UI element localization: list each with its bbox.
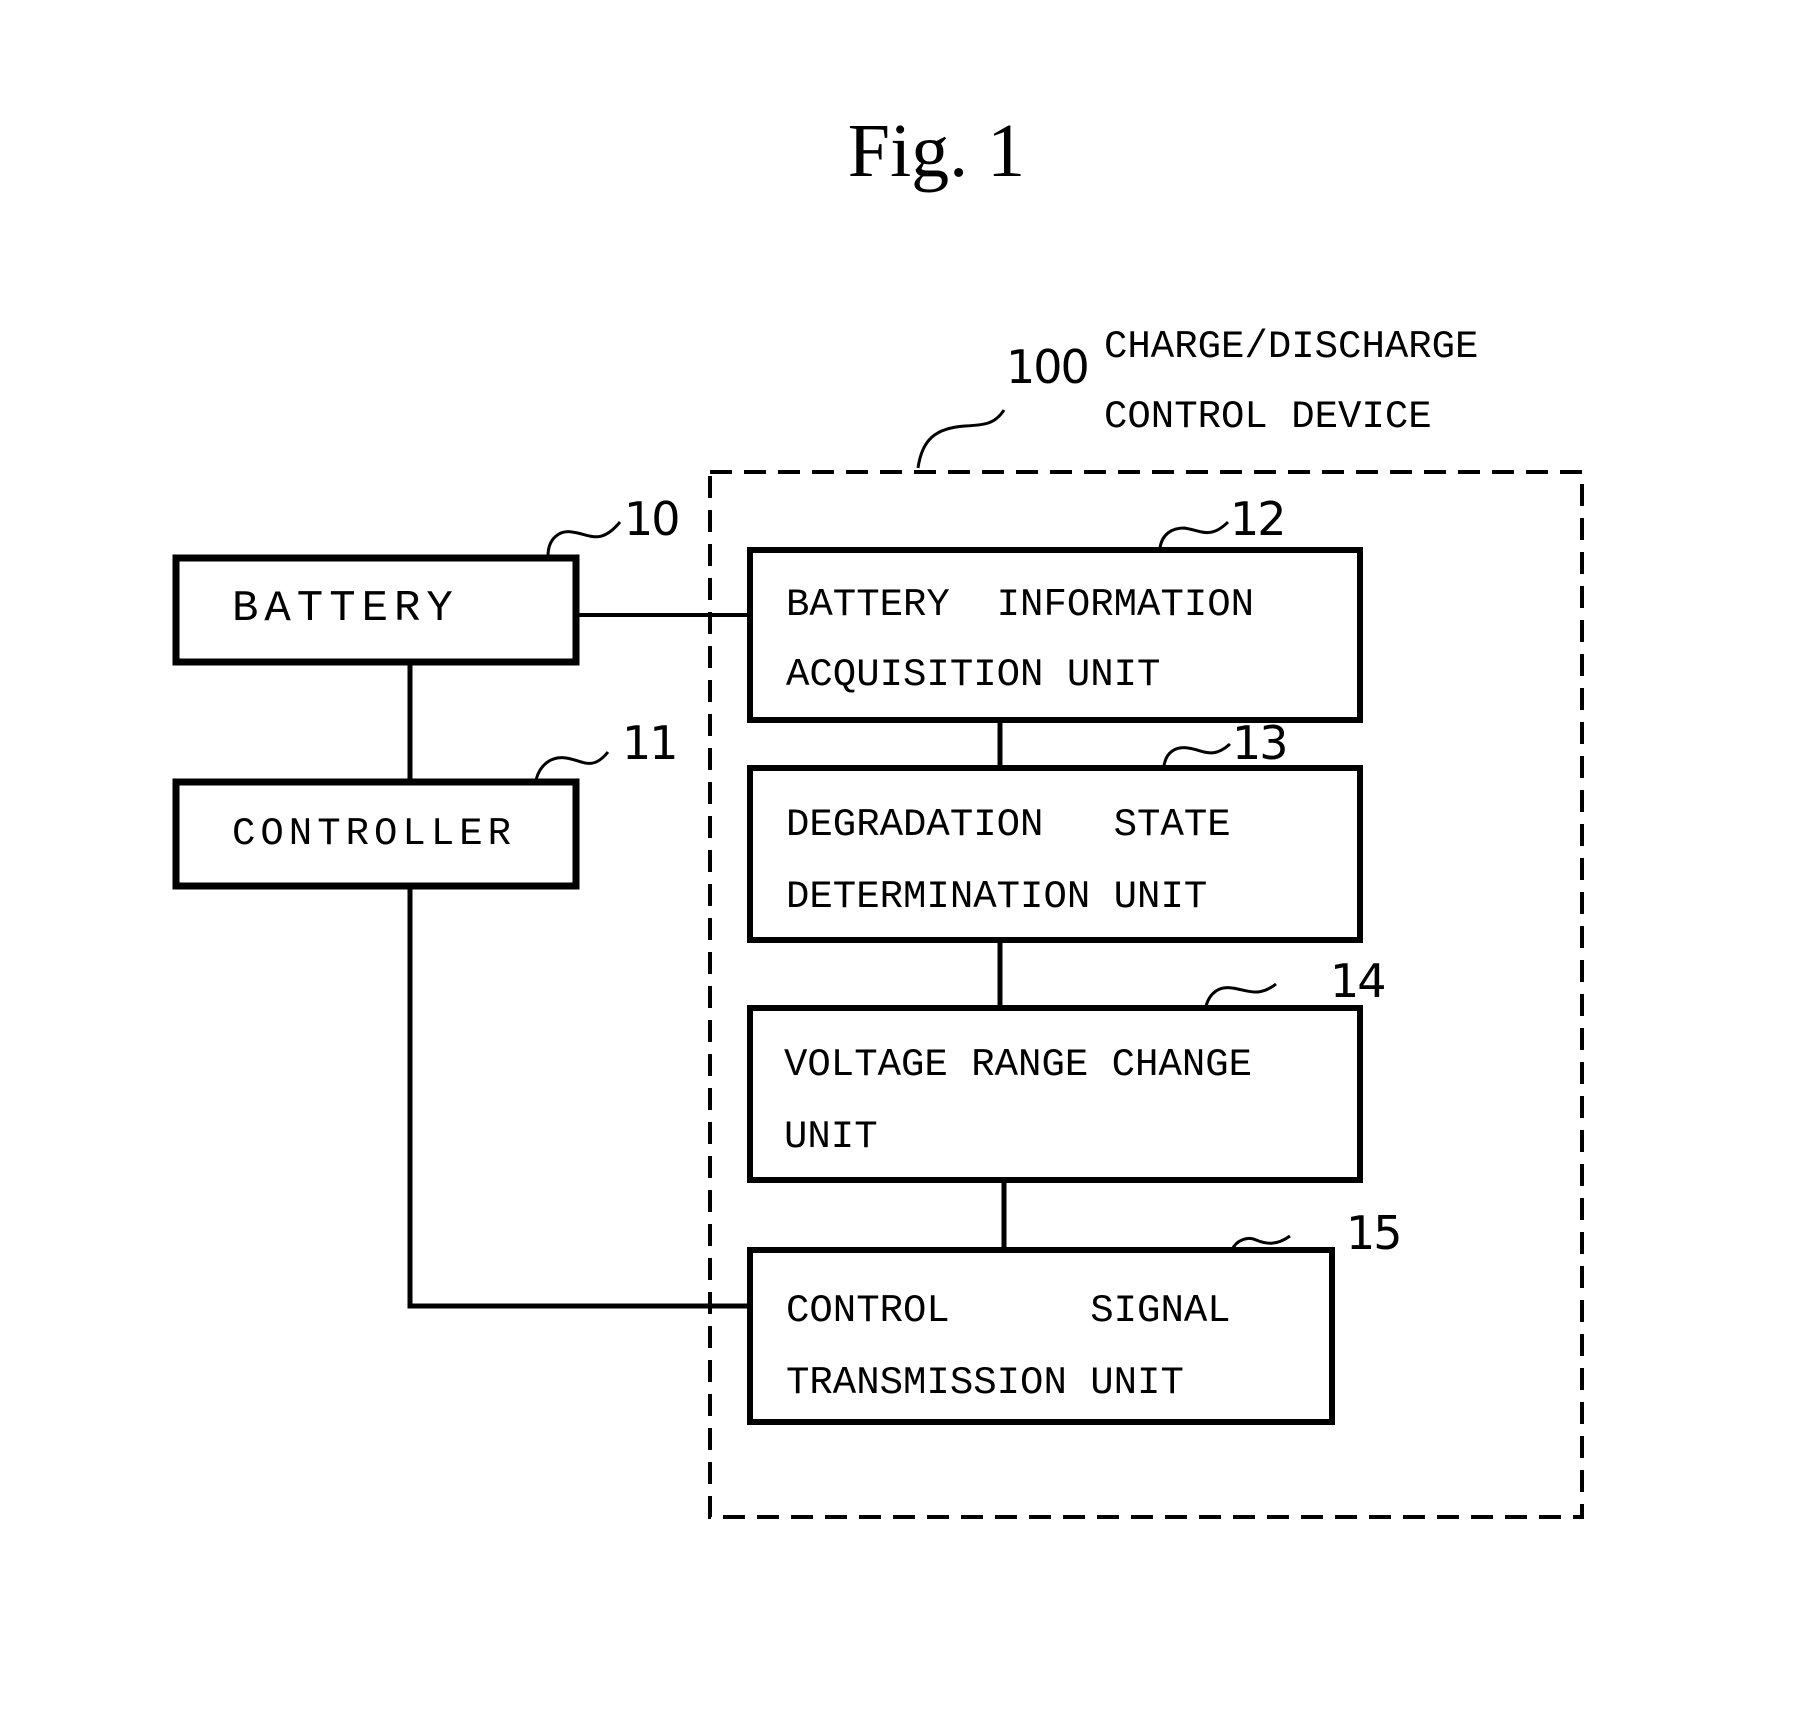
leader-line-12 <box>1158 520 1230 549</box>
battery-info-label-line1: BATTERY INFORMATION <box>786 583 1255 627</box>
degradation-ref-number: 13 <box>1232 716 1289 770</box>
voltage-range-ref-number: 14 <box>1330 954 1387 1008</box>
battery-info-label-line2: ACQUISITION UNIT <box>786 653 1161 697</box>
device-ref-number: 100 <box>1006 340 1090 394</box>
voltage-range-label-line2: UNIT <box>784 1115 878 1159</box>
control-signal-ref-number: 15 <box>1346 1206 1403 1260</box>
control-signal-label-line2: TRANSMISSION UNIT <box>786 1361 1184 1405</box>
battery-info-ref-number: 12 <box>1230 492 1287 546</box>
device-label-line2: CONTROL DEVICE <box>1104 395 1432 439</box>
leader-line-14 <box>1204 982 1277 1007</box>
voltage-range-label-line1: VOLTAGE RANGE CHANGE <box>784 1043 1253 1087</box>
leader-line-10 <box>546 521 622 557</box>
battery-ref-number: 10 <box>624 492 681 546</box>
controller-ref-number: 11 <box>622 716 679 770</box>
figure-canvas: Fig. 1 100 CHARGE/DISCHARGE CONTROL DEVI… <box>0 0 1795 1735</box>
battery-label: BATTERY <box>232 584 459 634</box>
leader-line-100 <box>916 409 1006 469</box>
controller-label: CONTROLLER <box>232 812 517 856</box>
leader-line-11 <box>534 751 610 781</box>
connection-controller-to-control-signal <box>407 886 750 1309</box>
degradation-label-line1: DEGRADATION STATE <box>786 803 1231 847</box>
leader-line-13 <box>1162 742 1231 767</box>
device-label-line1: CHARGE/DISCHARGE <box>1104 325 1479 369</box>
control-signal-label-line1: CONTROL SIGNAL <box>786 1289 1231 1333</box>
degradation-label-line2: DETERMINATION UNIT <box>786 875 1208 919</box>
